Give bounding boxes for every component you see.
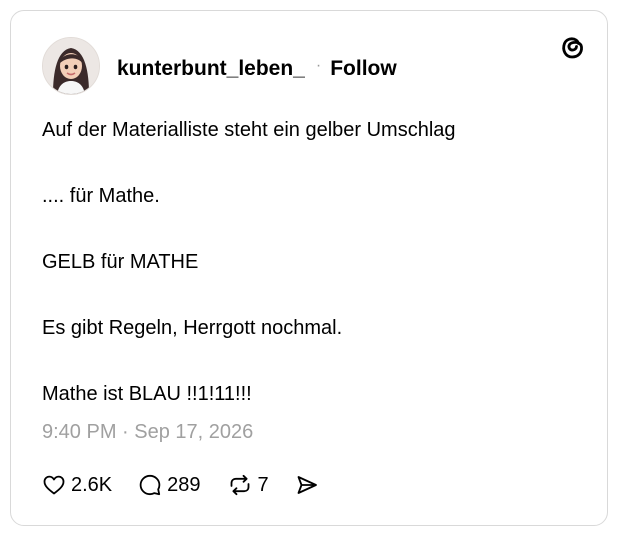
post-paragraph: GELB für MATHE [42,251,199,273]
reply-count: 289 [167,473,201,496]
follow-button[interactable]: Follow [330,57,397,81]
post-paragraph: Es gibt Regeln, Herrgott nochmal. [42,317,343,339]
post-paragraph: .... für Mathe. [42,185,160,207]
author-username[interactable]: kunterbunt_leben_ [117,57,305,81]
post-timestamp[interactable]: 9:40 PM · Sep 17, 2026 [42,421,253,444]
like-count: 2.6K [71,473,113,496]
action-bar: 2.6K 289 7 [42,470,319,500]
avatar-illustration [43,38,99,94]
send-icon [297,476,317,494]
post-card: kunterbunt_leben_ · Follow Auf der Mater… [10,10,608,526]
header-separator: · [315,57,322,74]
like-button[interactable]: 2.6K [42,470,112,500]
repost-button[interactable]: 7 [227,470,269,500]
threads-logo-icon[interactable] [557,31,587,61]
reply-button[interactable]: 289 [138,470,201,500]
heart-icon [43,475,65,495]
post-paragraph: Mathe ist BLAU !!1!11!!! [42,383,252,405]
repost-count: 7 [257,473,269,496]
post-body: Auf der Materialliste steht ein gelber U… [42,117,582,407]
post-header: kunterbunt_leben_ · Follow [117,55,397,83]
repost-arrows-icon [230,474,249,496]
avatar[interactable] [42,37,100,95]
speech-bubble-icon [139,474,161,496]
share-button[interactable] [295,470,319,500]
post-paragraph: Auf der Materialliste steht ein gelber U… [42,119,456,141]
